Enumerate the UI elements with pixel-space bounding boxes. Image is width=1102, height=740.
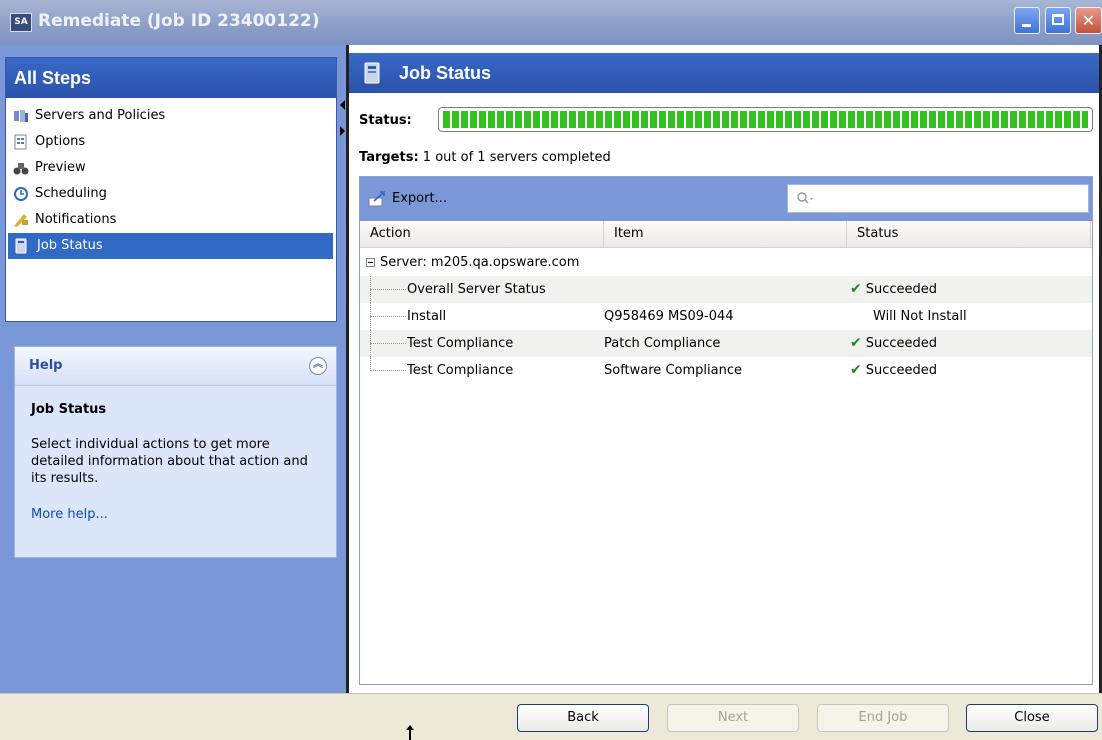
row-status: Will Not Install [873,309,967,324]
help-body: Select individual actions to get more de… [31,437,308,486]
job-status-title: Job Status [399,63,492,83]
targets-summary: Targets: 1 out of 1 servers completed [359,150,611,165]
export-label: Export... [392,191,447,206]
job-status-header: Job Status [349,53,1099,93]
collapse-chevron-icon[interactable]: ︽ [309,357,327,375]
server-tree-node[interactable]: Server: m205.qa.opsware.com [360,250,1092,276]
mouse-cursor-icon [406,725,414,740]
binoculars-icon [13,163,29,175]
maximize-icon [1052,14,1064,25]
servers-icon [14,110,28,122]
step-preview[interactable]: Preview [6,155,336,181]
row-item: Patch Compliance [604,336,721,351]
splitter-arrows-icon[interactable] [340,100,345,136]
table-row[interactable]: Install Q958469 MS09-044 Will Not Instal… [360,303,1092,330]
maximize-button[interactable] [1045,7,1071,34]
row-item: Software Compliance [604,363,742,378]
close-window-button[interactable]: ✕ [1075,7,1102,34]
job-progress-bar [438,107,1093,132]
title-bar[interactable]: SA Remediate (Job ID 23400122) ✕ [0,0,1102,45]
search-icon [797,192,813,204]
left-pane: All Steps Servers and Policies Options P… [0,45,346,693]
window-title: Remediate (Job ID 23400122) [38,11,320,31]
row-status: ✔ Succeeded [850,357,937,384]
row-item: Q958469 MS09-044 [604,309,734,324]
row-status: ✔ Succeeded [850,276,937,303]
server-status-icon [364,62,380,84]
checkmark-icon: ✔ [850,362,862,378]
help-header-label: Help [29,358,63,373]
export-icon [368,191,385,207]
server-status-icon [15,238,27,254]
collapse-toggle-icon[interactable] [366,258,375,267]
server-name: Server: m205.qa.opsware.com [380,255,580,270]
step-job-status[interactable]: Job Status [8,233,333,259]
help-header: Help ︽ [15,347,336,386]
step-label: Notifications [35,212,117,227]
end-job-button[interactable]: End Job [817,704,949,732]
table-row[interactable]: Overall Server Status ✔ Succeeded [360,276,1092,303]
export-button[interactable]: Export... [368,188,447,210]
column-header-action[interactable]: Action [360,221,604,247]
step-scheduling[interactable]: Scheduling [6,181,336,207]
app-icon: SA [10,13,32,32]
wizard-footer: Back Next End Job Close [0,693,1102,740]
all-steps-header: All Steps [6,58,336,98]
table-header: Action Item Status [360,221,1092,248]
clock-icon [14,187,28,201]
targets-label: Targets: [359,150,419,165]
step-notifications[interactable]: Notifications [6,207,336,233]
back-button[interactable]: Back [517,704,649,732]
next-button[interactable]: Next [667,704,799,732]
table-row[interactable]: Test Compliance Software Compliance ✔ Suc… [360,357,1092,384]
step-label: Job Status [37,238,103,253]
step-servers-and-policies[interactable]: Servers and Policies [6,103,336,129]
job-status-pane: Job Status Status: Targets: 1 out of 1 s… [346,45,1102,693]
status-label: Status: [359,113,412,128]
row-action: Install [407,309,447,324]
help-title: Job Status [31,402,107,417]
targets-value: 1 out of 1 servers completed [422,150,611,165]
table-toolbar: Export... [360,177,1092,221]
row-action: Test Compliance [407,336,514,351]
checkmark-icon: ✔ [850,281,862,297]
help-panel: Help ︽ Job Status Select individual acti… [14,346,337,558]
row-status: ✔ Succeeded [850,330,937,357]
minimize-icon [1022,24,1031,27]
step-label: Servers and Policies [35,108,166,123]
close-button[interactable]: Close [966,704,1098,732]
column-header-item[interactable]: Item [604,221,847,247]
column-header-status[interactable]: Status [847,221,1091,247]
envelope-icon [14,214,28,227]
row-action: Overall Server Status [407,282,546,297]
step-label: Scheduling [35,186,107,201]
close-icon: ✕ [1081,11,1096,30]
table-row[interactable]: Test Compliance Patch Compliance ✔ Succee… [360,330,1092,357]
results-table: Export... Action Item Status Server: m20… [359,176,1093,685]
step-label: Options [35,134,86,149]
progress-fill [443,111,1088,128]
step-label: Preview [35,160,86,175]
minimize-button[interactable] [1014,7,1040,34]
row-action: Test Compliance [407,363,514,378]
more-help-link[interactable]: More help... [15,487,336,522]
remediate-window: SA Remediate (Job ID 23400122) ✕ All Ste… [0,0,1102,740]
search-input[interactable] [787,184,1089,213]
step-options[interactable]: Options [6,129,336,155]
checkmark-icon: ✔ [850,335,862,351]
all-steps-panel: All Steps Servers and Policies Options P… [5,57,337,322]
options-icon [14,134,27,150]
